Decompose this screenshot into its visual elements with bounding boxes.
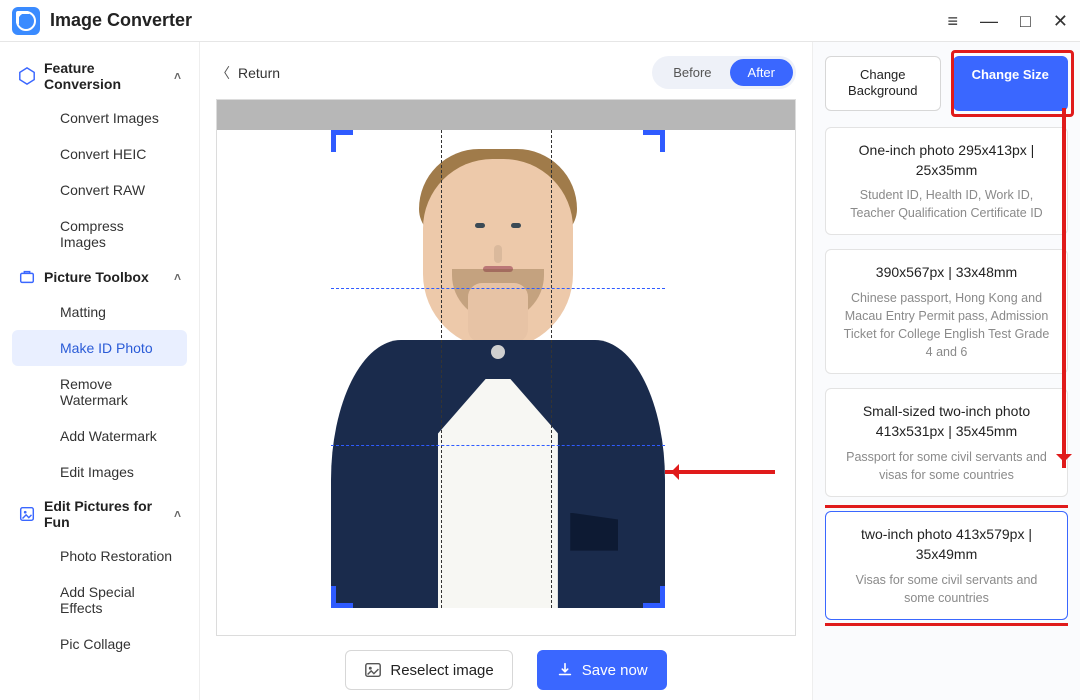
sidebar-group-toolbox[interactable]: Picture Toolbox ˄ xyxy=(4,260,195,294)
size-card[interactable]: One-inch photo 295x413px | 25x35mm Stude… xyxy=(825,127,1068,236)
canvas-margin xyxy=(217,100,795,130)
id-photo-preview xyxy=(331,130,665,608)
sidebar-item-convert-raw[interactable]: Convert RAW xyxy=(12,172,187,208)
sidebar-group-label: Edit Pictures for Fun xyxy=(44,498,166,530)
sidebar-item-matting[interactable]: Matting xyxy=(12,294,187,330)
save-now-button[interactable]: Save now xyxy=(537,650,667,690)
reselect-image-button[interactable]: Reselect image xyxy=(345,650,512,690)
sidebar-item-convert-images[interactable]: Convert Images xyxy=(12,100,187,136)
size-card[interactable]: 390x567px | 33x48mm Chinese passport, Ho… xyxy=(825,249,1068,374)
size-title: 390x567px | 33x48mm xyxy=(840,262,1053,282)
sidebar-item-add-watermark[interactable]: Add Watermark xyxy=(12,418,187,454)
sidebar-item-label: Add Watermark xyxy=(60,428,157,444)
return-button[interactable]: 〈 Return xyxy=(216,63,280,83)
size-card-highlighted: two-inch photo 413x579px | 35x49mm Visas… xyxy=(825,511,1068,620)
crop-handle-tl[interactable] xyxy=(331,130,353,152)
minimize-icon[interactable]: — xyxy=(980,12,998,30)
sidebar-item-pic-collage[interactable]: Pic Collage xyxy=(12,626,187,662)
sidebar-item-convert-heic[interactable]: Convert HEIC xyxy=(12,136,187,172)
toggle-before[interactable]: Before xyxy=(655,59,729,86)
size-card[interactable]: Small-sized two-inch photo 413x531px | 3… xyxy=(825,388,1068,497)
sidebar-item-label: Edit Images xyxy=(60,464,134,480)
size-desc: Passport for some civil servants and vis… xyxy=(840,448,1053,484)
app-title: Image Converter xyxy=(50,10,192,31)
right-panel: Change Background Change Size One-inch p… xyxy=(812,42,1080,700)
size-desc: Visas for some civil servants and some c… xyxy=(840,571,1053,607)
return-label: Return xyxy=(238,65,280,81)
crop-handle-tr[interactable] xyxy=(643,130,665,152)
annotation-arrow-down xyxy=(1062,108,1066,468)
sidebar-group-label: Feature Conversion xyxy=(44,60,166,92)
editor-actions: Reselect image Save now xyxy=(210,650,802,690)
sidebar-item-remove-watermark[interactable]: Remove Watermark xyxy=(12,366,187,418)
crop-guide-v xyxy=(441,130,442,608)
crop-guide-h xyxy=(331,445,665,446)
sidebar-item-label: Pic Collage xyxy=(60,636,131,652)
crop-handle-br[interactable] xyxy=(643,586,665,608)
sidebar-group-label: Picture Toolbox xyxy=(44,269,149,285)
chevron-up-icon: ˄ xyxy=(174,69,181,83)
sidebar-item-make-id-photo[interactable]: Make ID Photo xyxy=(12,330,187,366)
chevron-up-icon: ˄ xyxy=(174,507,181,521)
sidebar-item-label: Convert Images xyxy=(60,110,159,126)
size-title: Small-sized two-inch photo 413x531px | 3… xyxy=(840,401,1053,442)
chevron-up-icon: ˄ xyxy=(174,270,181,284)
size-desc: Chinese passport, Hong Kong and Macau En… xyxy=(840,289,1053,362)
editor-pane: 〈 Return Before After xyxy=(200,42,812,700)
download-icon xyxy=(556,661,574,679)
sparkle-icon xyxy=(18,505,36,523)
panel-actions: Change Background Change Size xyxy=(825,56,1068,111)
sidebar-group-fun[interactable]: Edit Pictures for Fun ˄ xyxy=(4,490,195,538)
annotation-arrow-left xyxy=(665,470,775,474)
button-label: Save now xyxy=(582,662,648,679)
size-card[interactable]: two-inch photo 413x579px | 35x49mm Visas… xyxy=(825,511,1068,620)
button-label: Reselect image xyxy=(390,662,493,679)
sidebar-item-label: Make ID Photo xyxy=(60,340,153,356)
size-desc: Student ID, Health ID, Work ID, Teacher … xyxy=(840,186,1053,222)
before-after-toggle: Before After xyxy=(652,56,796,89)
app-logo-icon xyxy=(12,7,40,35)
window-controls: ≡ — □ ✕ xyxy=(948,12,1068,30)
sidebar-item-label: Compress Images xyxy=(60,218,124,250)
sidebar-group-feature[interactable]: Feature Conversion ˄ xyxy=(4,52,195,100)
size-title: One-inch photo 295x413px | 25x35mm xyxy=(840,140,1053,181)
hexagon-icon xyxy=(18,67,36,85)
sidebar-item-label: Photo Restoration xyxy=(60,548,172,564)
change-background-button[interactable]: Change Background xyxy=(825,56,941,111)
sidebar-item-label: Remove Watermark xyxy=(60,376,128,408)
crop-frame[interactable] xyxy=(331,130,665,608)
size-title: two-inch photo 413x579px | 35x49mm xyxy=(840,524,1053,565)
sidebar-item-label: Convert RAW xyxy=(60,182,145,198)
maximize-icon[interactable]: □ xyxy=(1020,12,1031,30)
toggle-after[interactable]: After xyxy=(730,59,793,86)
sidebar: Feature Conversion ˄ Convert Images Conv… xyxy=(0,42,200,700)
sidebar-item-edit-images[interactable]: Edit Images xyxy=(12,454,187,490)
sidebar-item-label: Convert HEIC xyxy=(60,146,146,162)
sidebar-item-compress-images[interactable]: Compress Images xyxy=(12,208,187,260)
crop-guide-v xyxy=(551,130,552,608)
close-icon[interactable]: ✕ xyxy=(1053,12,1068,30)
change-size-button[interactable]: Change Size xyxy=(953,56,1069,111)
crop-guide-h xyxy=(331,288,665,289)
title-bar: Image Converter ≡ — □ ✕ xyxy=(0,0,1080,42)
toolbox-icon xyxy=(18,268,36,286)
sidebar-item-photo-restoration[interactable]: Photo Restoration xyxy=(12,538,187,574)
sidebar-item-special-effects[interactable]: Add Special Effects xyxy=(12,574,187,626)
image-icon xyxy=(364,661,382,679)
sidebar-item-label: Add Special Effects xyxy=(60,584,135,616)
crop-handle-bl[interactable] xyxy=(331,586,353,608)
menu-icon[interactable]: ≡ xyxy=(948,12,959,30)
sidebar-item-label: Matting xyxy=(60,304,106,320)
canvas[interactable] xyxy=(216,99,796,636)
chevron-left-icon: 〈 xyxy=(216,63,230,83)
size-list[interactable]: One-inch photo 295x413px | 25x35mm Stude… xyxy=(825,127,1068,689)
editor-header: 〈 Return Before After xyxy=(210,56,802,99)
